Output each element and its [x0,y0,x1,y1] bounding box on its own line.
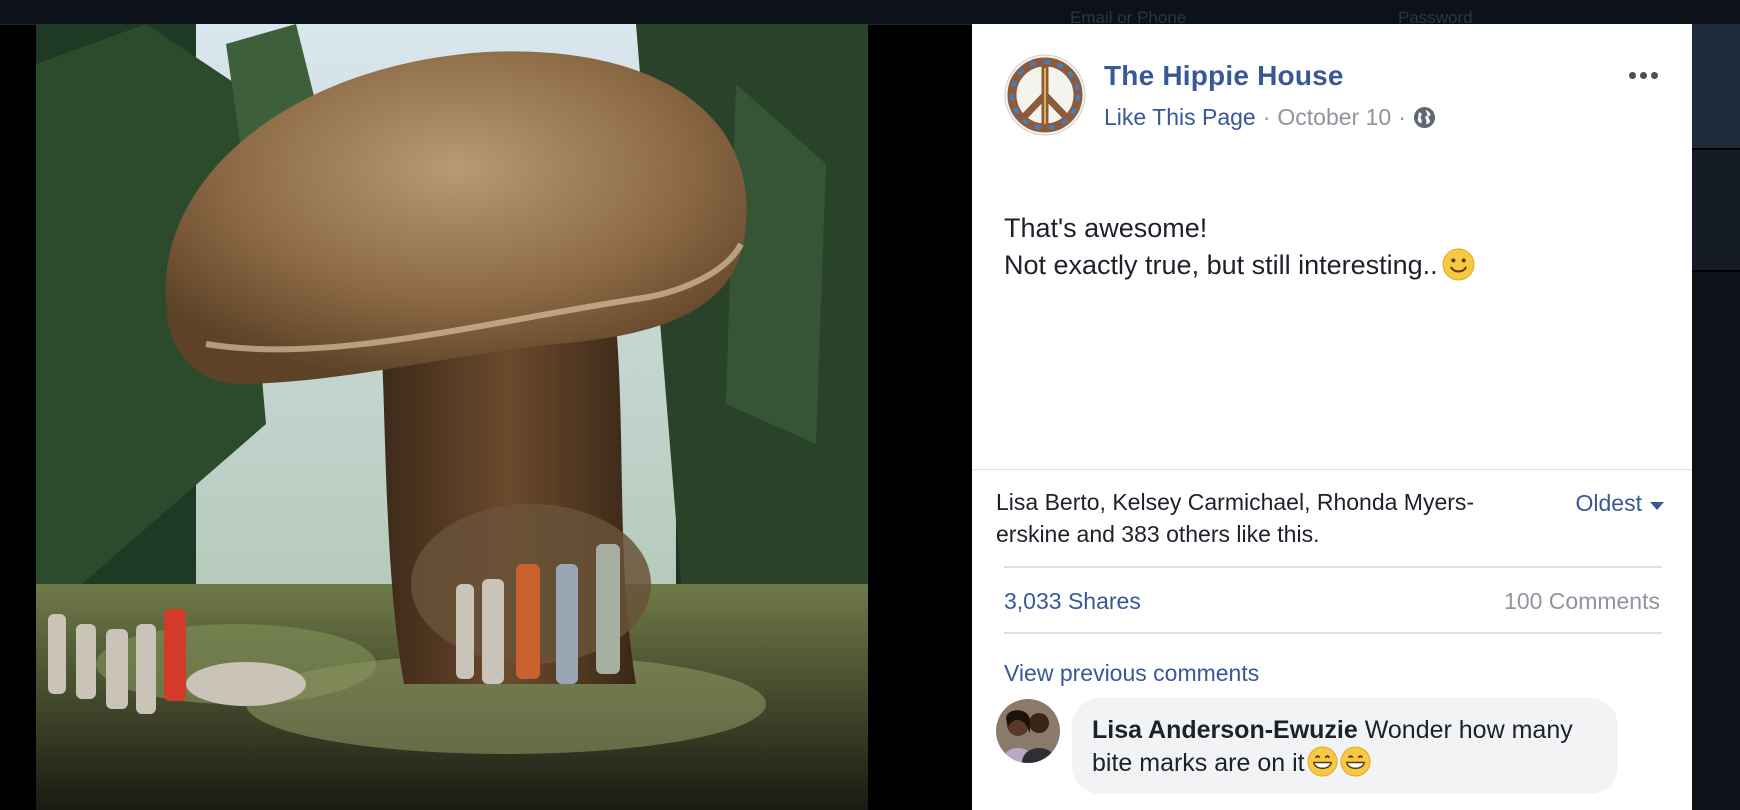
globe-icon[interactable] [1413,106,1436,129]
comments-count-link[interactable]: 100 Comments [1504,588,1660,615]
top-navigation-bar: Email or Phone Password [0,0,1740,27]
giant-mushroom-photo [36,24,868,810]
smiley-emoji-icon [1442,248,1475,281]
grinning-emoji-icon [1307,746,1338,777]
comment-bubble: Lisa Anderson-Ewuzie Wonder how many bit… [1072,698,1618,794]
post-text-line: That's awesome! [1004,213,1208,243]
comment-sort-dropdown[interactable]: Oldest [1576,490,1664,517]
more-options-icon[interactable] [1629,72,1658,79]
divider [1004,632,1662,634]
page-name-link[interactable]: The Hippie House [1104,60,1344,92]
meta-separator: · [1262,104,1271,130]
grinning-emoji-icon [1340,746,1371,777]
likers-summary[interactable]: Lisa Berto, Kelsey Carmichael, Rhonda My… [996,486,1516,550]
post-side-panel: The Hippie House Like This Page · Octobe… [972,24,1692,810]
like-page-link[interactable]: Like This Page [1104,104,1256,131]
view-previous-comments-link[interactable]: View previous comments [1004,660,1259,687]
post-text-line: Not exactly true, but still interesting.… [1004,250,1438,280]
post-message: That's awesome! Not exactly true, but st… [1004,210,1475,284]
shares-count-link[interactable]: 3,033 Shares [1004,588,1141,615]
peace-sign-icon [1004,54,1086,136]
commenter-avatar[interactable] [996,699,1060,763]
background-page-panel [1692,150,1740,270]
post-meta: Like This Page · October 10 · [1104,104,1436,131]
post-date[interactable]: October 10 [1277,104,1391,131]
background-page-panel [1692,24,1740,148]
sort-label: Oldest [1575,490,1642,516]
comment-author-link[interactable]: Lisa Anderson-Ewuzie [1092,716,1358,744]
comment-body: Lisa Anderson-Ewuzie Wonder how many bit… [1092,714,1592,779]
section-divider [972,469,1692,470]
divider [1004,566,1662,568]
page-avatar[interactable] [1004,54,1086,136]
meta-separator: · [1398,104,1406,130]
background-page-panel [1692,272,1740,810]
post-photo[interactable] [36,24,868,810]
caret-down-icon [1650,501,1664,510]
